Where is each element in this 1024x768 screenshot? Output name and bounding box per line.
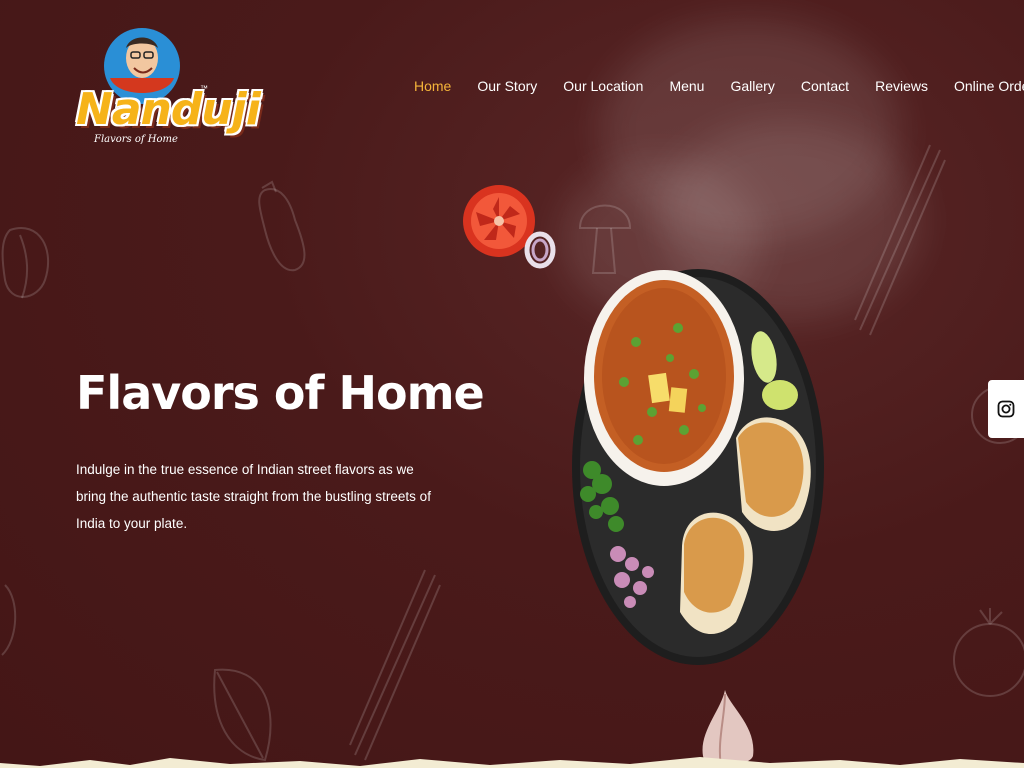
scallion-doodle	[854, 144, 946, 336]
pav-bhaji-plate-image	[572, 269, 824, 665]
nav-our-location[interactable]: Our Location	[563, 78, 643, 94]
brand-tagline: Flavors of Home	[94, 134, 178, 145]
instagram-link[interactable]	[988, 380, 1024, 438]
nav-contact[interactable]: Contact	[801, 78, 849, 94]
hero-section: Nanduji ™ Flavors of Home Home Our Story…	[0, 0, 1024, 768]
instagram-icon	[997, 400, 1015, 418]
brand-logo[interactable]: Nanduji ™ Flavors of Home	[74, 26, 261, 154]
leaf-doodle	[213, 668, 272, 762]
garlic-doodle	[1, 227, 50, 299]
nav-reviews[interactable]: Reviews	[875, 78, 928, 94]
trademark-mark: ™	[200, 84, 208, 93]
nav-home[interactable]: Home	[414, 78, 451, 94]
pepper-doodle	[1, 584, 17, 656]
main-nav: Home Our Story Our Location Menu Gallery…	[414, 78, 1024, 94]
brand-name: Nanduji	[76, 84, 261, 135]
nav-gallery[interactable]: Gallery	[730, 78, 774, 94]
hero-description: Indulge in the true essence of Indian st…	[76, 462, 431, 531]
eggplant-doodle	[258, 180, 306, 272]
tomato-slice-image	[463, 185, 556, 269]
tomato-doodle	[953, 608, 1024, 697]
scallion-doodle	[349, 569, 441, 761]
nav-menu[interactable]: Menu	[669, 78, 704, 94]
bottom-decoration	[0, 757, 1024, 768]
hero-title: Flavors of Home	[76, 366, 485, 420]
nav-online-order[interactable]: Online Order	[954, 78, 1024, 94]
nav-our-story[interactable]: Our Story	[477, 78, 537, 94]
